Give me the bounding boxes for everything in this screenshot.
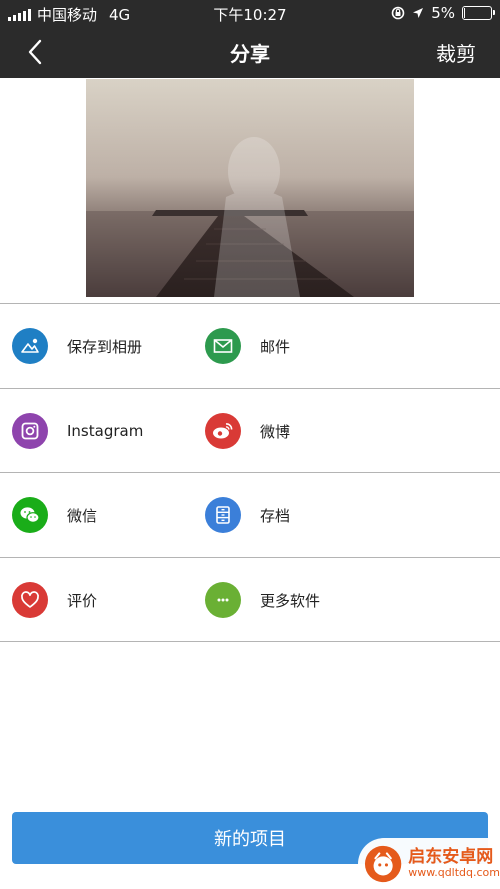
weibo-icon bbox=[205, 413, 241, 449]
share-weibo[interactable]: 微博 bbox=[205, 389, 455, 473]
share-wechat[interactable]: 微信 bbox=[12, 473, 202, 557]
battery-percent: 5% bbox=[431, 4, 455, 22]
divider bbox=[0, 641, 500, 642]
share-row: 评价 更多软件 bbox=[0, 558, 500, 642]
instagram-icon bbox=[12, 413, 48, 449]
battery-icon bbox=[462, 6, 495, 20]
share-label: 评价 bbox=[67, 591, 98, 610]
share-label: 微博 bbox=[260, 422, 291, 441]
share-row: Instagram 微博 bbox=[0, 389, 500, 473]
archive-icon bbox=[205, 497, 241, 533]
watermark-brand: 启东安卓网 bbox=[408, 846, 494, 867]
share-label: 邮件 bbox=[260, 337, 291, 356]
share-instagram[interactable]: Instagram bbox=[12, 389, 202, 473]
nav-bar: 分享 裁剪 bbox=[0, 26, 500, 78]
share-row: 微信 存档 bbox=[0, 473, 500, 557]
mail-icon bbox=[205, 328, 241, 364]
crop-button[interactable]: 裁剪 bbox=[436, 38, 476, 67]
photo-album-icon bbox=[12, 328, 48, 364]
orientation-lock-icon bbox=[391, 6, 405, 20]
share-label: Instagram bbox=[67, 422, 144, 440]
watermark: 启东安卓网 www.qdltdq.com bbox=[358, 838, 500, 889]
more-icon bbox=[205, 582, 241, 618]
share-rate[interactable]: 评价 bbox=[12, 558, 202, 642]
heart-icon bbox=[12, 582, 48, 618]
share-row: 保存到相册 邮件 bbox=[0, 304, 500, 388]
preview-image bbox=[86, 79, 414, 297]
chevron-left-icon bbox=[28, 39, 42, 65]
status-bar: 中国移动 4G 下午10:27 5% bbox=[0, 0, 500, 26]
share-label: 微信 bbox=[67, 506, 98, 525]
location-icon bbox=[413, 8, 424, 18]
watermark-url: www.qdltdq.com bbox=[408, 865, 500, 879]
share-label: 更多软件 bbox=[260, 591, 321, 610]
page-title: 分享 bbox=[230, 42, 270, 66]
share-label: 存档 bbox=[260, 506, 291, 525]
watermark-logo-icon bbox=[364, 845, 402, 882]
share-archive[interactable]: 存档 bbox=[205, 473, 455, 557]
top-bar: 中国移动 4G 下午10:27 5% 分享 裁剪 bbox=[0, 0, 500, 78]
back-button[interactable] bbox=[18, 34, 54, 70]
wechat-icon bbox=[12, 497, 48, 533]
share-more-apps[interactable]: 更多软件 bbox=[205, 558, 455, 642]
share-mail[interactable]: 邮件 bbox=[205, 304, 455, 388]
share-save-to-album[interactable]: 保存到相册 bbox=[12, 304, 202, 388]
share-label: 保存到相册 bbox=[67, 337, 143, 356]
